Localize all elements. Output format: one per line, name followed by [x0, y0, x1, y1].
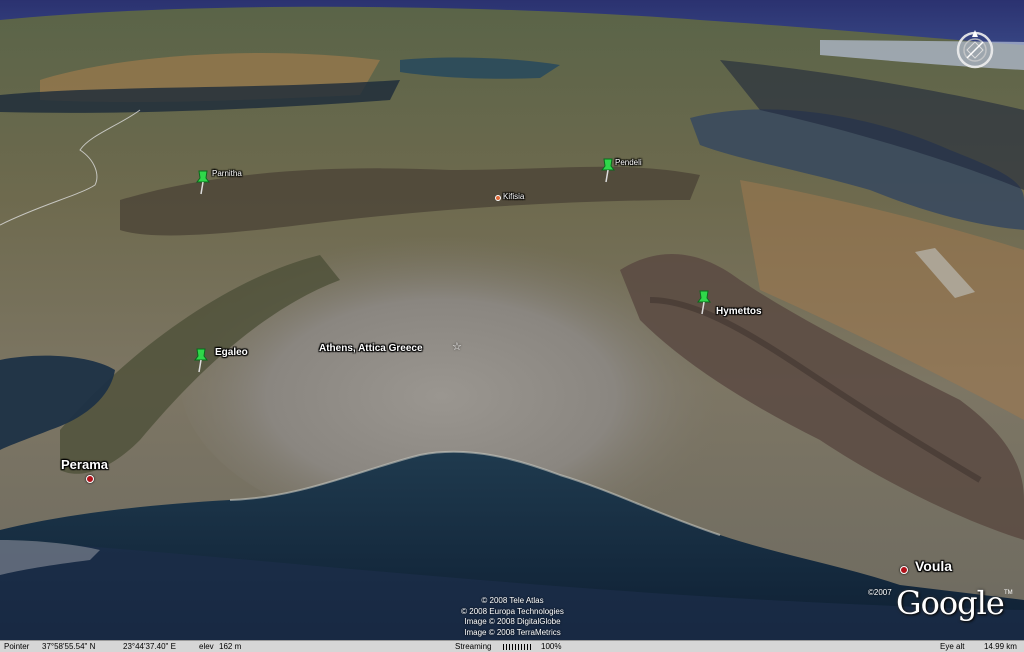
place-label-pendeli[interactable]: Pendeli — [615, 158, 642, 167]
city-dot-icon[interactable] — [86, 475, 94, 483]
elevation-label: elev — [199, 642, 214, 651]
pointer-label: Pointer — [4, 642, 30, 651]
place-label-hymettos[interactable]: Hymettos — [716, 306, 762, 317]
status-bar: Pointer 37°58'55.54" N 23°44'37.40" E el… — [0, 640, 1024, 652]
eye-alt-label: Eye alt — [940, 642, 965, 651]
star-icon[interactable]: ☆ — [452, 340, 462, 353]
place-label-parnitha[interactable]: Parnitha — [212, 169, 242, 178]
eye-alt-value: 14.99 km — [984, 642, 1017, 651]
logo-wordmark: Google — [896, 584, 1005, 622]
pin-icon[interactable] — [193, 348, 209, 374]
pin-icon[interactable] — [600, 158, 616, 184]
map-view[interactable]: Parnitha Pendeli Kifisia Hymettos Egaleo… — [0, 0, 1024, 640]
place-label-egaleo[interactable]: Egaleo — [215, 347, 248, 358]
attribution-line: Image © 2008 DigitalGlobe — [464, 617, 561, 626]
place-label-kifisia[interactable]: Kifisia — [503, 192, 524, 201]
pointer-longitude: 23°44'37.40" E — [123, 642, 176, 651]
streaming-percent: 100% — [541, 642, 562, 651]
pin-icon[interactable] — [696, 290, 712, 316]
attribution-line: © 2008 Tele Atlas — [481, 596, 544, 605]
place-dot-icon[interactable] — [495, 195, 501, 201]
satellite-terrain — [0, 0, 1024, 640]
pointer-latitude: 37°58'55.54" N — [42, 642, 96, 651]
logo-tm: TM — [1004, 590, 1013, 596]
attribution-line: © 2008 Europa Technologies — [461, 606, 564, 616]
city-dot-icon[interactable] — [900, 566, 908, 574]
place-label-voula[interactable]: Voula — [915, 558, 952, 574]
logo-copyright: ©2007 — [868, 588, 892, 597]
google-logo: ©2007 Google TM — [868, 584, 1018, 628]
attribution: © 2008 Tele Atlas © 2008 Europa Technolo… — [440, 596, 585, 638]
place-label-athens[interactable]: Athens, Attica Greece — [319, 343, 423, 354]
attribution-line: Image © 2008 TerraMetrics — [464, 627, 561, 637]
streaming-label: Streaming — [455, 642, 492, 651]
streaming-progress — [500, 642, 536, 651]
place-label-perama[interactable]: Perama — [61, 457, 108, 472]
compass-icon[interactable] — [953, 28, 997, 72]
streaming-bars — [503, 643, 533, 650]
elevation-value: 162 m — [219, 642, 242, 651]
pin-icon[interactable] — [195, 170, 211, 196]
